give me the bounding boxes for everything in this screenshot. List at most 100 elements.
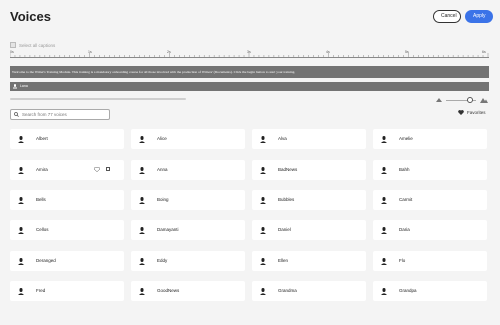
voice-mic-icon [18,258,24,265]
voice-card[interactable]: Bubbles [252,190,366,210]
tick-label: 6s [482,50,486,54]
voice-mic-icon [381,136,387,143]
select-all-checkbox[interactable] [10,42,16,48]
select-all-captions[interactable]: Select all captions [10,42,55,48]
voice-card[interactable]: BadNews [252,160,366,180]
voice-card[interactable]: Alice [131,129,245,149]
voice-name: Alva [278,136,287,141]
tick-label: 1s [88,50,92,54]
voice-name: Boing [157,197,169,202]
zoom-in-icon[interactable] [480,97,488,103]
voice-card[interactable]: Grandpa [373,281,487,301]
zoom-slider-handle[interactable] [467,97,473,103]
voice-mic-icon [381,258,387,265]
voice-mic-icon [18,288,24,295]
voice-name: Albert [36,136,48,141]
voice-mic-icon [260,288,266,295]
heart-outline-icon[interactable] [94,167,100,172]
voice-name: Anna [157,167,168,172]
voice-mic-icon [139,136,145,143]
voice-name: BadNews [278,167,298,172]
voice-mic-icon [260,258,266,265]
voice-name: Eddy [157,258,168,263]
voice-mic-icon [260,197,266,204]
voice-name: Flo [399,258,406,263]
voice-mic-icon [18,167,24,174]
voice-name: Carmit [399,197,413,202]
voice-card[interactable]: Ellen [252,251,366,271]
apply-button[interactable]: Apply [465,10,493,23]
voice-name: Amelie [399,136,413,141]
voice-mic-icon [139,258,145,265]
voice-card[interactable]: Amelie [373,129,487,149]
voice-name: Amira [36,167,48,172]
voice-name: Daniel [278,227,291,232]
voice-name: Alice [157,136,167,141]
voice-name: Deranged [36,258,56,263]
voice-card[interactable]: Bahh [373,160,487,180]
voice-mic-icon [139,288,145,295]
voice-card[interactable]: Damayanti [131,220,245,240]
voice-mic-icon [260,136,266,143]
voice-card[interactable]: Carmit [373,190,487,210]
tick-label: 0s [10,50,14,54]
voice-card[interactable]: Deranged [10,251,124,271]
voice-name: Cellos [36,227,49,232]
voice-mic-icon [139,227,145,234]
voice-mic-icon [381,288,387,295]
select-all-label: Select all captions [19,42,56,48]
voice-name: Grandma [278,288,297,293]
voice-card[interactable]: Fred [10,281,124,301]
voice-mic-icon [13,83,17,89]
voice-mic-icon [260,227,266,234]
favorites-filter[interactable]: Favorites [458,110,486,115]
voice-card[interactable]: Daria [373,220,487,240]
horizontal-scrollbar[interactable] [10,98,186,100]
voice-card[interactable]: GoodNews [131,281,245,301]
voice-mic-icon [381,167,387,174]
voice-name: Fred [36,288,46,293]
voice-mic-icon [18,136,24,143]
voice-card[interactable]: Bells [10,190,124,210]
voice-card[interactable]: Anna [131,160,245,180]
voice-mic-icon [260,167,266,174]
heart-icon [458,110,464,115]
zoom-out-icon[interactable] [436,97,442,102]
page-title: Voices [10,9,51,24]
voice-mic-icon [139,197,145,204]
favorites-label: Favorites [467,110,486,115]
voice-mic-icon [381,227,387,234]
voice-card[interactable]: Amira [10,160,124,180]
voice-card[interactable]: Flo [373,251,487,271]
voice-card[interactable]: Daniel [252,220,366,240]
voice-name: Daria [399,227,410,232]
search-input[interactable] [18,110,109,119]
voice-card[interactable]: Boing [131,190,245,210]
voice-name: Bells [36,197,46,202]
voice-card[interactable]: Grandma [252,281,366,301]
voice-card[interactable]: Albert [10,129,124,149]
tick-label: 4s [326,50,330,54]
voice-mic-icon [381,197,387,204]
voice-mic-icon [18,227,24,234]
voice-track-label: Lana [19,84,28,88]
voice-card[interactable]: Cellos [10,220,124,240]
voice-track[interactable]: Lana [10,82,489,91]
voice-name: Damayanti [157,227,179,232]
voice-name: GoodNews [157,288,180,293]
timeline-ruler: 0s 1s 2s 3s 4s 5s 6s [10,50,489,62]
voice-select-checkbox[interactable] [106,167,110,171]
tick-label: 3s [247,50,251,54]
voice-card[interactable]: Alva [252,129,366,149]
caption-track[interactable]: Welcome to the Writer's Training Module.… [10,66,489,78]
voice-name: Grandpa [399,288,417,293]
voice-name: Bahh [399,167,410,172]
tick-label: 5s [405,50,409,54]
voice-mic-icon [139,167,145,174]
tick-label: 2s [167,50,171,54]
voice-search[interactable] [10,109,110,120]
cancel-button[interactable]: Cancel [433,10,461,23]
voice-mic-icon [18,197,24,204]
voice-name: Bubbles [278,197,295,202]
voice-card[interactable]: Eddy [131,251,245,271]
